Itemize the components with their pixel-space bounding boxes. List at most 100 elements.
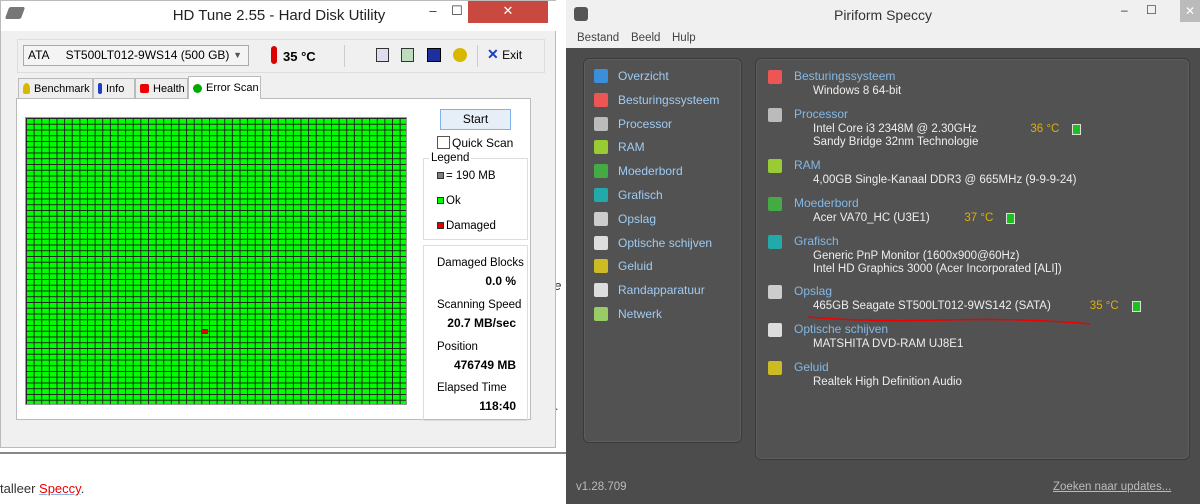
damaged-blocks-value: 0.0 % [485,274,516,288]
category-icon [768,108,782,122]
sidebar-item-label: Besturingssysteem [618,92,720,107]
legend-title: Legend [429,152,472,164]
tab-benchmark[interactable]: Benchmark [18,78,93,98]
maximize-button[interactable]: ☐ [1146,3,1157,17]
category-icon [768,285,782,299]
category-icon [768,70,782,84]
sidebar-item-label: Opslag [618,211,657,226]
menu-bestand[interactable]: Bestand [577,32,619,44]
bulb-icon [23,83,30,94]
category-icon [768,159,782,173]
category-icon [594,188,608,202]
section-detail: MATSHITA DVD-RAM UJ8E1 [813,338,964,350]
category-icon [594,211,608,226]
section-title: Geluid [794,360,829,374]
options-icon[interactable] [453,48,467,62]
section-title: Besturingssysteem [794,69,896,83]
block-swatch [437,172,444,179]
category-icon [594,140,608,155]
stats-box [423,245,528,421]
menu-beeld[interactable]: Beeld [631,32,660,44]
thermometer-icon [271,46,277,64]
sidebar-item-label: Moederbord [618,164,683,179]
section-detail: Generic PnP Monitor (1600x900@60Hz) [813,250,1020,262]
copy-all-icon[interactable] [401,48,414,62]
category-icon [594,307,608,321]
hdtune-window: HD Tune 2.55 - Hard Disk Utility – ☐ ✕ A… [0,0,557,448]
drive-temperature: 35 °C [283,49,316,64]
tab-error-scan[interactable]: Error Scan [188,76,261,99]
sidebar-item-label: Processor [618,116,673,131]
title-bar[interactable]: HD Tune 2.55 - Hard Disk Utility – ☐ ✕ [1,1,557,31]
drive-select[interactable]: ATA ST500LT012-9WS14 (500 GB) ▼ [23,45,249,66]
start-button[interactable]: Start [440,109,511,130]
section-title: Processor [794,107,849,121]
magnifier-icon [193,83,202,93]
copy-icon[interactable] [376,48,389,62]
exit-button[interactable]: ✕ Exit [487,46,522,63]
legend-ok: Ok [437,195,461,207]
minimize-button[interactable]: – [421,1,445,23]
legend-damaged: Damaged [437,220,496,232]
chevron-down-icon: ▼ [233,50,242,60]
section-title: Grafisch [794,234,839,248]
menu-hulp[interactable]: Hulp [672,32,696,44]
close-button[interactable]: ✕ [1180,0,1200,22]
toolbar-divider [477,45,478,67]
section-detail: Acer VA70_HC (U3E1) [813,212,930,224]
stat-label: Elapsed Time [437,382,507,394]
save-icon[interactable] [427,48,441,62]
scanning-speed-value: 20.7 MB/sec [447,316,516,330]
scan-block-grid [25,117,407,405]
section-detail: Realtek High Definition Audio [813,376,962,388]
tab-label: Health [153,82,185,95]
quick-scan-checkbox[interactable] [437,136,450,149]
info-icon [98,83,102,94]
category-icon [768,323,782,337]
section-detail: 4,00GB Single-Kanaal DDR3 @ 665MHz (9-9-… [813,174,1077,186]
tab-health[interactable]: Health [135,78,188,98]
section-detail: 465GB Seagate ST500LT012-9WS142 (SATA) [813,300,1051,312]
category-icon [768,361,782,375]
menu-bar: Bestand Beeld Hulp [566,30,1200,48]
section-detail: Intel HD Graphics 3000 (Acer Incorporate… [813,263,1062,275]
category-icon [768,197,782,211]
sidebar-item-label: Grafisch [618,188,663,202]
version-label: v1.28.709 [576,481,627,493]
category-icon [594,259,608,274]
quick-scan-label: Quick Scan [452,136,514,150]
category-icon [594,164,608,179]
window-title: Piriform Speccy [833,7,933,23]
close-button[interactable]: ✕ [468,1,548,23]
category-icon [768,235,782,249]
section-title: Opslag [794,284,833,298]
sidebar-item-label: Overzicht [618,69,669,83]
damaged-swatch [437,222,444,229]
category-icon [594,116,608,131]
health-cross-icon [140,84,149,93]
red-underline-annotation [807,316,1091,325]
section-title: RAM [794,158,821,172]
speccy-link[interactable]: Speccy [39,481,81,496]
damaged-block [201,329,208,334]
temperature-reading: 35 °C [1089,300,1119,312]
tab-label: Info [106,82,125,95]
check-updates-link[interactable]: Zoeken naar updates... [1053,481,1171,493]
elapsed-time-value: 118:40 [479,399,516,413]
title-bar[interactable]: Piriform Speccy – ☐ ✕ [566,0,1200,30]
temperature-status-icon [1072,124,1082,135]
section-detail: Sandy Bridge 32nm Technologie [813,136,979,148]
doc-text: talleer [0,481,40,496]
category-icon [594,92,608,107]
drive-select-value: ATA ST500LT012-9WS14 (500 GB) [28,48,230,62]
tab-info[interactable]: Info [93,78,135,98]
maximize-button[interactable]: ☐ [447,1,467,23]
exit-label: Exit [502,48,523,62]
exit-icon: ✕ [487,46,499,62]
sidebar-item-label: Optische schijven [618,235,713,250]
temperature-status-icon [1006,213,1016,224]
category-icon [594,235,608,250]
legend-damaged-label: Damaged [446,220,496,232]
doc-divider [0,452,570,454]
minimize-button[interactable]: – [1121,3,1128,17]
